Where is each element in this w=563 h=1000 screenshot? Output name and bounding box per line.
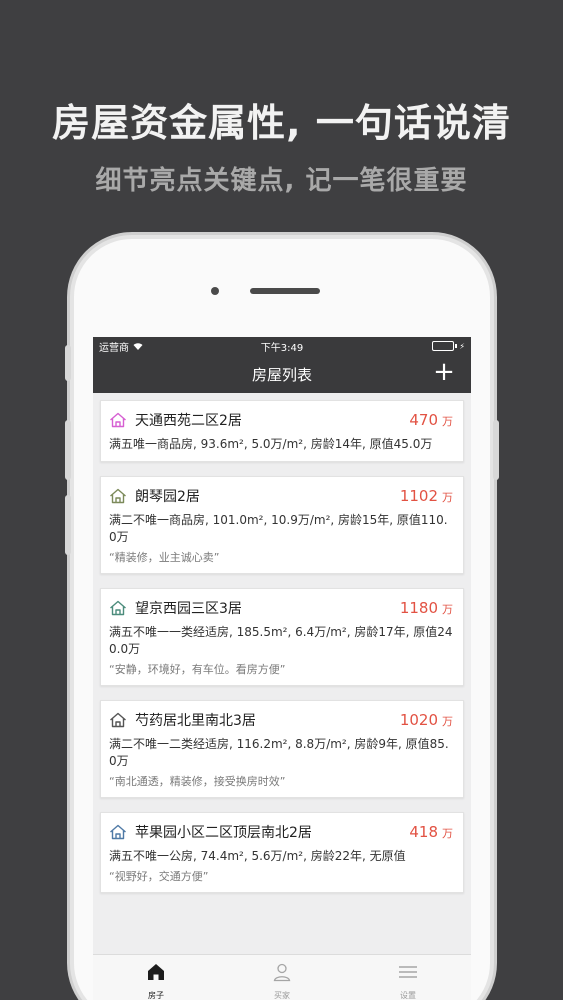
volume-up-button xyxy=(65,345,71,381)
house-card-header: 天通西苑二区2居 470 万 xyxy=(109,410,453,430)
house-price: 1102 万 xyxy=(400,487,453,505)
speaker-grille xyxy=(250,288,320,294)
house-icon xyxy=(110,412,126,428)
tab-label: 房子 xyxy=(148,991,164,1000)
price-value: 470 xyxy=(409,411,438,429)
house-icon xyxy=(110,712,126,728)
house-note: “安静，环境好，有车位。看房方便” xyxy=(109,663,286,676)
carrier-group: 运营商 xyxy=(99,339,143,354)
navigation-bar: 房屋列表 + xyxy=(93,355,471,393)
promo-headline: 房屋资金属性, 一句话说清 xyxy=(52,101,511,145)
house-price: 418 万 xyxy=(409,823,453,841)
house-card-header: 朗琴园2居 1102 万 xyxy=(109,486,453,506)
price-unit: 万 xyxy=(442,715,453,728)
mute-switch xyxy=(65,495,71,555)
tab-home[interactable]: 房子 xyxy=(93,955,219,1000)
house-price: 1180 万 xyxy=(400,599,453,617)
price-value: 1102 xyxy=(399,487,438,505)
house-card-header: 苹果园小区二区顶层南北2居 418 万 xyxy=(109,822,453,842)
house-icon xyxy=(110,600,126,616)
house-card[interactable]: 天通西苑二区2居 470 万 满五唯一商品房, 93.6m², 5.0万/m², … xyxy=(100,400,464,462)
app-screen: 运营商 下午3:49 ⚡ 房屋列表 + 天通西苑二区2居 470 万 满五唯一商… xyxy=(93,337,471,1000)
house-title: 芍药居北里南北3居 xyxy=(135,713,256,729)
menu-icon xyxy=(397,961,419,987)
status-time: 下午3:49 xyxy=(260,342,304,354)
house-title: 望京西园三区3居 xyxy=(135,601,242,617)
house-card[interactable]: 苹果园小区二区顶层南北2居 418 万 满五不唯一公房, 74.4m², 5.6万… xyxy=(100,812,464,893)
tab-person[interactable]: 买家 xyxy=(219,955,345,1000)
house-description: 满五不唯一公房, 74.4m², 5.6万/m², 房龄22年, 无原值 xyxy=(109,849,406,863)
house-card[interactable]: 朗琴园2居 1102 万 满二不唯一商品房, 101.0m², 10.9万/m²,… xyxy=(100,476,464,574)
house-price: 470 万 xyxy=(409,411,453,429)
person-icon xyxy=(271,961,293,987)
house-icon xyxy=(110,824,126,840)
price-value: 418 xyxy=(409,823,438,841)
house-card[interactable]: 望京西园三区3居 1180 万 满五不唯一一类经适房, 185.5m², 6.4万… xyxy=(100,588,464,686)
house-card-header: 芍药居北里南北3居 1020 万 xyxy=(109,710,453,730)
tab-bar: 房子 买家 设置 xyxy=(93,954,471,1000)
house-title: 苹果园小区二区顶层南北2居 xyxy=(135,825,312,841)
house-card-header: 望京西园三区3居 1180 万 xyxy=(109,598,453,618)
house-note: “南北通透，精装修，接受换房时效” xyxy=(109,775,286,788)
home-icon xyxy=(145,961,167,987)
house-description: 满五唯一商品房, 93.6m², 5.0万/m², 房龄14年, 原值45.0万 xyxy=(109,437,433,451)
price-unit: 万 xyxy=(442,491,453,504)
house-note: “视野好，交通方便” xyxy=(109,870,209,883)
house-price: 1020 万 xyxy=(400,711,453,729)
camera-dot xyxy=(211,287,219,295)
promo-subline: 细节亮点关键点, 记一笔很重要 xyxy=(95,166,468,196)
house-title: 朗琴园2居 xyxy=(135,489,200,505)
price-unit: 万 xyxy=(442,603,453,616)
house-card[interactable]: 芍药居北里南北3居 1020 万 满二不唯一二类经适房, 116.2m², 8.8… xyxy=(100,700,464,798)
charging-bolt-icon: ⚡ xyxy=(459,341,465,351)
power-button xyxy=(493,420,499,480)
house-description: 满五不唯一一类经适房, 185.5m², 6.4万/m², 房龄17年, 原值2… xyxy=(109,625,453,656)
price-value: 1020 xyxy=(399,711,438,729)
house-icon xyxy=(110,488,126,504)
house-title: 天通西苑二区2居 xyxy=(135,413,242,429)
carrier-label: 运营商 xyxy=(99,342,129,354)
tab-menu[interactable]: 设置 xyxy=(345,955,471,1000)
house-note: “精装修，业主诚心卖” xyxy=(109,551,220,564)
price-unit: 万 xyxy=(442,415,453,428)
tab-label: 买家 xyxy=(274,991,290,1000)
volume-down-button xyxy=(65,420,71,480)
status-bar: 运营商 下午3:49 ⚡ xyxy=(93,337,471,355)
price-value: 1180 xyxy=(399,599,438,617)
house-description: 满二不唯一商品房, 101.0m², 10.9万/m², 房龄15年, 原值11… xyxy=(109,513,448,544)
page-title: 房屋列表 xyxy=(251,365,312,384)
wifi-icon xyxy=(133,342,143,350)
add-house-button[interactable]: + xyxy=(431,359,457,386)
battery-icon: ⚡ xyxy=(432,341,465,351)
house-description: 满二不唯一二类经适房, 116.2m², 8.8万/m², 房龄9年, 原值85… xyxy=(109,737,449,768)
price-unit: 万 xyxy=(442,827,453,840)
house-list: 天通西苑二区2居 470 万 满五唯一商品房, 93.6m², 5.0万/m², … xyxy=(93,393,471,893)
tab-label: 设置 xyxy=(400,991,416,1000)
